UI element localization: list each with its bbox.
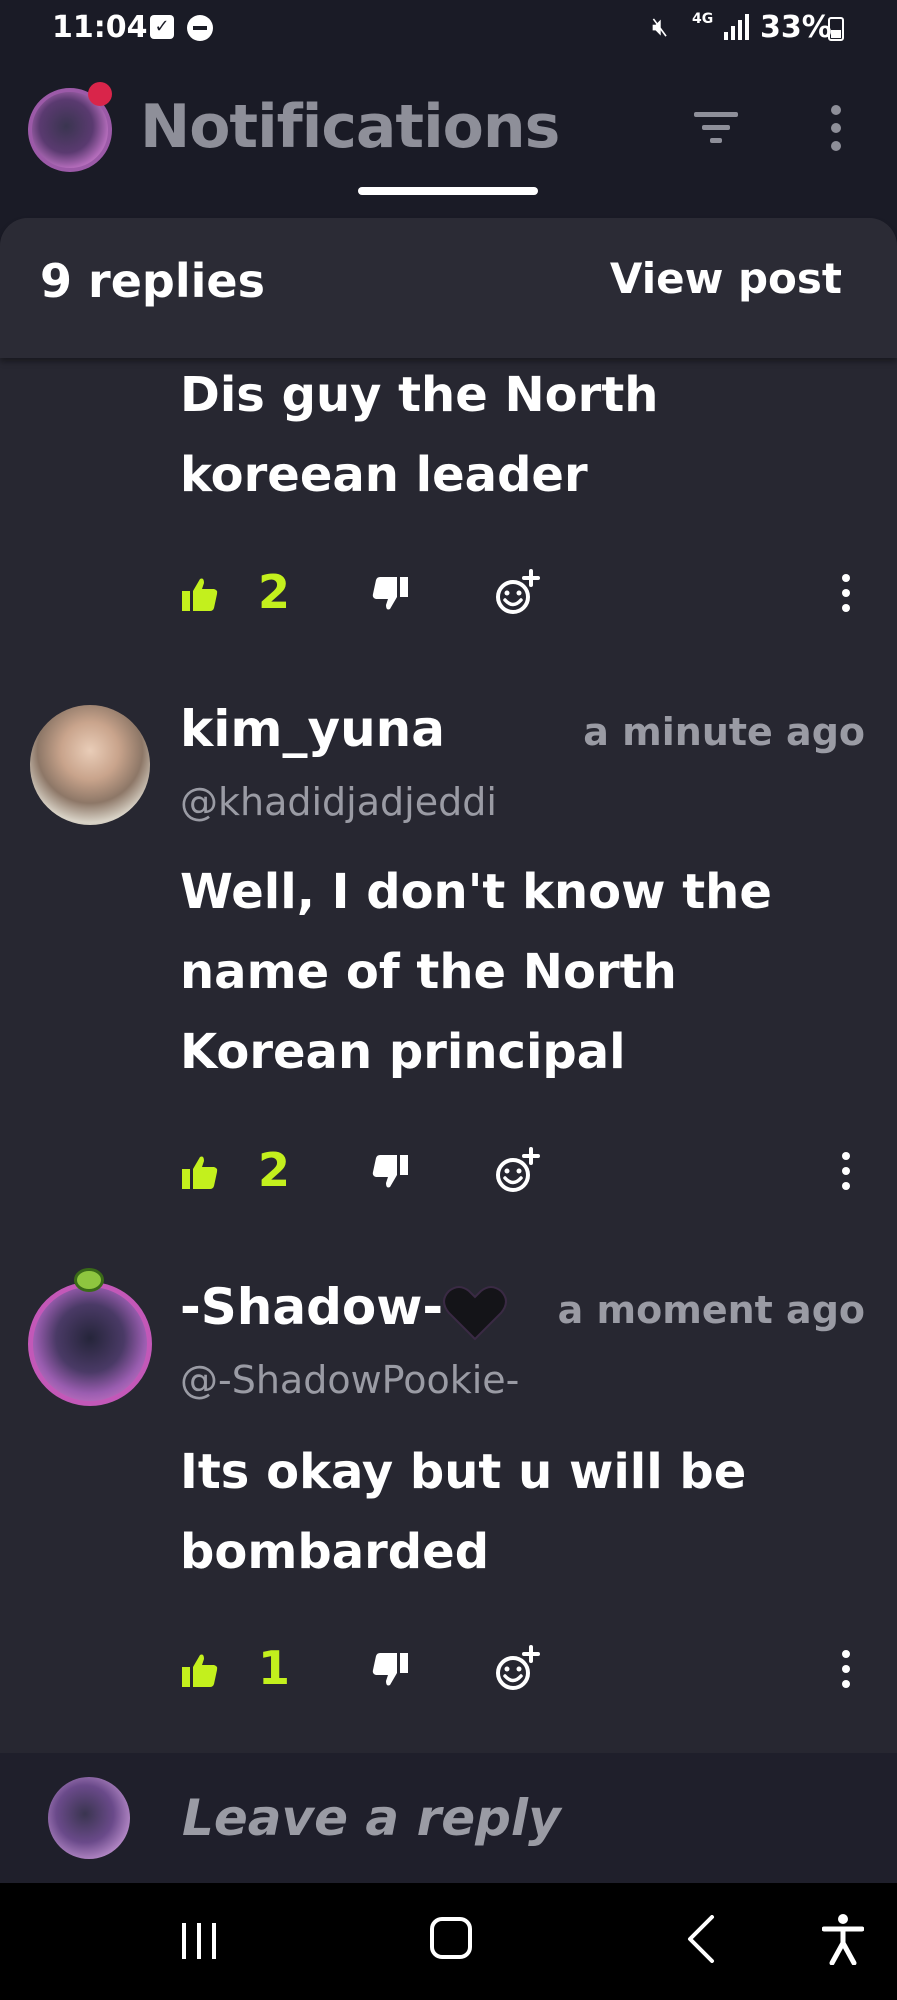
home-icon[interactable] bbox=[430, 1917, 472, 1959]
timestamp: a minute ago bbox=[583, 710, 865, 754]
replies-sheet-header: 9 replies View post bbox=[0, 218, 897, 358]
drag-handle[interactable] bbox=[358, 187, 538, 195]
page-title: Notifications bbox=[140, 92, 560, 162]
comment-actions: 1 bbox=[0, 1641, 897, 1701]
thumbs-up-icon[interactable] bbox=[182, 1653, 218, 1687]
user-handle[interactable]: @-ShadowPookie- bbox=[180, 1358, 519, 1402]
thumbs-up-icon[interactable] bbox=[182, 1155, 218, 1189]
signal-icon bbox=[724, 14, 749, 40]
status-time: 11:04 bbox=[52, 10, 148, 45]
add-reaction-icon[interactable] bbox=[493, 1645, 541, 1693]
reply-bar bbox=[0, 1753, 897, 1883]
mute-icon: 🔇︎ bbox=[652, 12, 669, 42]
more-vert-icon[interactable] bbox=[840, 1151, 852, 1191]
notification-dot bbox=[88, 82, 112, 106]
app-header: Notifications bbox=[0, 60, 897, 210]
black-heart-icon bbox=[443, 1286, 507, 1341]
add-reaction-icon[interactable] bbox=[493, 569, 541, 617]
comment-text: Its okay but u will be bombarded bbox=[180, 1444, 747, 1580]
replies-count: 9 replies bbox=[40, 254, 265, 308]
checkbox-notification-icon: ✓ bbox=[150, 15, 174, 39]
like-count: 1 bbox=[258, 1641, 291, 1695]
network-type: 4G bbox=[692, 11, 714, 27]
username[interactable]: kim_yuna bbox=[180, 700, 445, 758]
thumbs-down-icon[interactable] bbox=[372, 1155, 408, 1189]
like-count: 2 bbox=[258, 1143, 291, 1197]
avatar bbox=[48, 1777, 130, 1859]
avatar[interactable] bbox=[28, 1282, 152, 1406]
thumbs-up-icon[interactable] bbox=[182, 577, 218, 611]
comment-text: Well, I don't know the name of the North… bbox=[180, 864, 772, 1080]
user-handle[interactable]: @khadidjadjeddi bbox=[180, 780, 497, 824]
comment-actions: 2 bbox=[0, 1143, 897, 1203]
status-bar: 11:04 ✓ 🔇︎ 4G 33% bbox=[0, 0, 897, 60]
comment-text: Dis guy the North koreean leader bbox=[180, 367, 659, 503]
recent-apps-icon[interactable] bbox=[180, 1921, 220, 1961]
view-post-button[interactable]: View post bbox=[610, 254, 842, 303]
more-vert-icon[interactable] bbox=[828, 104, 844, 152]
battery-icon bbox=[828, 17, 844, 41]
like-count: 2 bbox=[258, 565, 291, 619]
timestamp: a moment ago bbox=[557, 1288, 865, 1332]
avatar[interactable] bbox=[30, 705, 150, 825]
reply-input[interactable] bbox=[180, 1783, 860, 1853]
filter-icon[interactable] bbox=[692, 108, 740, 148]
more-vert-icon[interactable] bbox=[840, 1649, 852, 1689]
username[interactable]: -Shadow- bbox=[180, 1278, 443, 1336]
frog-badge-icon bbox=[74, 1268, 104, 1292]
navigation-bar bbox=[0, 1883, 897, 2000]
back-icon[interactable] bbox=[686, 1915, 716, 1963]
accessibility-icon[interactable] bbox=[822, 1913, 864, 1965]
thumbs-down-icon[interactable] bbox=[372, 577, 408, 611]
battery-percent: 33% bbox=[760, 10, 832, 45]
thumbs-down-icon[interactable] bbox=[372, 1653, 408, 1687]
more-vert-icon[interactable] bbox=[840, 573, 852, 613]
do-not-disturb-icon bbox=[187, 15, 213, 41]
comment-actions: 2 bbox=[0, 565, 897, 625]
add-reaction-icon[interactable] bbox=[493, 1147, 541, 1195]
